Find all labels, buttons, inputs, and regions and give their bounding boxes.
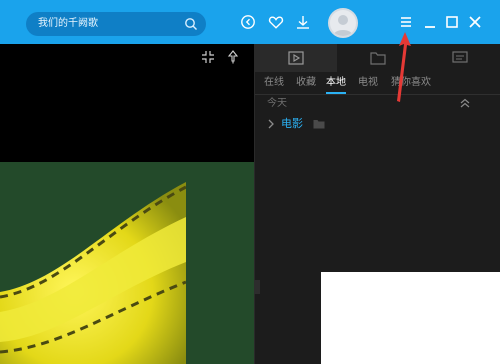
video-player[interactable]: [0, 44, 254, 162]
download-icon[interactable]: [295, 14, 311, 30]
play-list-icon: [288, 51, 304, 65]
folder-icon: [313, 120, 325, 129]
play-list-tab[interactable]: [255, 44, 337, 72]
search-input[interactable]: 我们的千阙歌: [38, 18, 98, 29]
history-icon[interactable]: [240, 14, 256, 30]
panel-tab-bar: [255, 44, 500, 72]
pin-icon[interactable]: [226, 50, 240, 64]
divider: [255, 94, 500, 95]
chat-tab[interactable]: [419, 44, 500, 72]
annotation-arrow-icon: [397, 32, 411, 102]
close-icon[interactable]: [467, 14, 483, 30]
folder-item-movies[interactable]: 电影: [265, 116, 385, 132]
video-background: [186, 162, 254, 364]
heart-icon[interactable]: [268, 14, 284, 30]
collapse-icon[interactable]: [460, 98, 470, 108]
title-bar: 我们的千阙歌: [0, 0, 500, 44]
fullscreen-exit-icon[interactable]: [201, 50, 215, 64]
folder-icon: [370, 52, 386, 65]
folder-label: 电影: [281, 117, 303, 130]
film-strip-image: [0, 182, 187, 364]
tab-favorites[interactable]: 收藏: [296, 74, 316, 92]
panel-resize-handle[interactable]: [254, 280, 260, 294]
tab-online[interactable]: 在线: [264, 74, 284, 92]
section-header-today: 今天: [267, 98, 287, 109]
avatar[interactable]: [328, 8, 358, 38]
search-box[interactable]: 我们的千阙歌: [26, 12, 206, 36]
search-icon[interactable]: [184, 17, 198, 31]
minimize-icon[interactable]: [422, 14, 438, 30]
tab-tv[interactable]: 电视: [358, 74, 378, 92]
tab-local[interactable]: 本地: [326, 74, 346, 94]
chat-icon: [452, 51, 468, 63]
maximize-icon[interactable]: [444, 14, 460, 30]
source-tabs: 在线 收藏 本地 电视 猜你喜欢: [255, 74, 500, 96]
chevron-right-icon: [268, 119, 274, 129]
user-silhouette-icon: [333, 15, 353, 36]
blank-area: [321, 272, 500, 364]
